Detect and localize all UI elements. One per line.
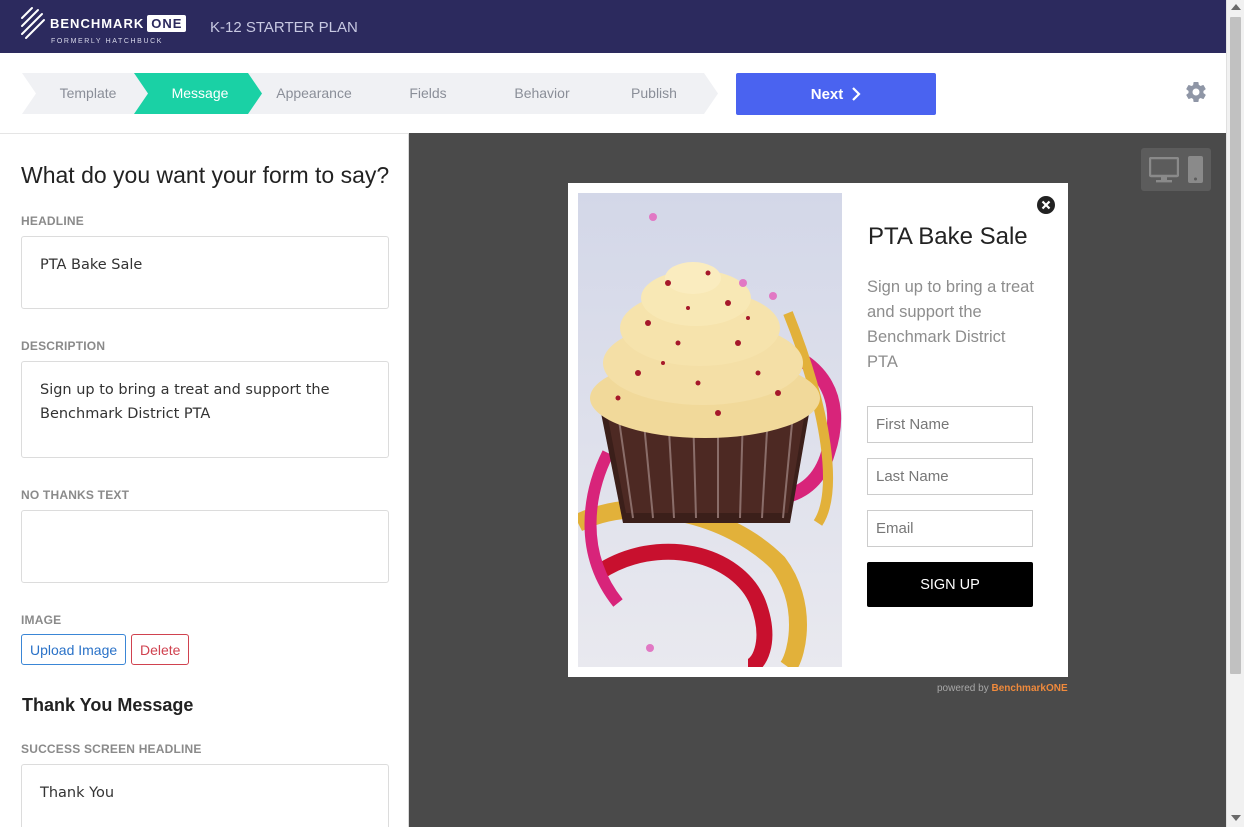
first-name-input[interactable] bbox=[867, 406, 1033, 443]
scroll-up-arrow[interactable] bbox=[1231, 4, 1241, 10]
step-fields[interactable]: Fields bbox=[362, 73, 494, 114]
preview-pane: PTA Bake Sale Sign up to bring a treat a… bbox=[409, 133, 1226, 827]
wizard-bar: Template Message Appearance Fields Behav… bbox=[0, 53, 1226, 133]
powered-by-text: powered by bbox=[937, 683, 989, 694]
logo-subtext: FORMERLY HATCHBUCK bbox=[51, 38, 164, 45]
top-nav: BENCHMARK ONE FORMERLY HATCHBUCK K-12 STA… bbox=[0, 0, 1226, 53]
headline-field[interactable]: PTA Bake Sale bbox=[21, 236, 389, 309]
plan-label: K-12 STARTER PLAN bbox=[210, 19, 358, 36]
no-thanks-label: NO THANKS TEXT bbox=[21, 488, 130, 502]
last-name-input[interactable] bbox=[867, 458, 1033, 495]
sign-up-button[interactable]: SIGN UP bbox=[867, 562, 1033, 607]
success-headline-field[interactable]: Thank You bbox=[21, 764, 389, 827]
step-message[interactable]: Message bbox=[134, 73, 266, 114]
description-field[interactable]: Sign up to bring a treat and support the… bbox=[21, 361, 389, 458]
powered-by-brand: BenchmarkONE bbox=[991, 683, 1068, 694]
scroll-down-arrow[interactable] bbox=[1231, 815, 1241, 821]
thank-you-heading: Thank You Message bbox=[22, 695, 194, 715]
device-toggle bbox=[1141, 148, 1211, 191]
step-label: Behavior bbox=[514, 85, 570, 101]
headline-label: HEADLINE bbox=[21, 214, 84, 228]
close-icon[interactable] bbox=[1036, 195, 1056, 215]
logo-wordmark: BENCHMARK ONE bbox=[50, 15, 187, 32]
step-label: Message bbox=[171, 85, 229, 101]
chevron-right-icon bbox=[852, 87, 861, 101]
step-label: Publish bbox=[631, 85, 677, 101]
form-popup-preview: PTA Bake Sale Sign up to bring a treat a… bbox=[568, 183, 1068, 677]
delete-image-button[interactable]: Delete bbox=[131, 634, 190, 665]
desktop-icon[interactable] bbox=[1149, 157, 1179, 183]
scroll-thumb[interactable] bbox=[1230, 17, 1241, 674]
success-headline-label: SUCCESS SCREEN HEADLINE bbox=[21, 742, 202, 756]
cupcake-image bbox=[578, 193, 842, 667]
step-label: Fields bbox=[409, 85, 447, 101]
editor-title: What do you want your form to say? bbox=[21, 162, 390, 188]
step-appearance[interactable]: Appearance bbox=[248, 73, 380, 114]
step-publish[interactable]: Publish bbox=[590, 73, 718, 114]
page-scrollbar[interactable] bbox=[1226, 0, 1244, 827]
email-input[interactable] bbox=[867, 510, 1033, 547]
popup-description: Sign up to bring a treat and support the… bbox=[867, 278, 1034, 371]
next-button[interactable]: Next bbox=[736, 73, 936, 115]
next-button-label: Next bbox=[810, 85, 844, 103]
benchmark-logo[interactable]: BENCHMARK ONE FORMERLY HATCHBUCK bbox=[20, 6, 190, 48]
powered-by[interactable]: powered by BenchmarkONE bbox=[937, 683, 1068, 694]
upload-image-button[interactable]: Upload Image bbox=[21, 634, 127, 665]
logo-one-badge: ONE bbox=[147, 15, 187, 32]
description-label: DESCRIPTION bbox=[21, 339, 106, 353]
step-behavior[interactable]: Behavior bbox=[476, 73, 608, 114]
no-thanks-field[interactable] bbox=[21, 510, 389, 583]
step-label: Appearance bbox=[276, 85, 352, 101]
app-root: BENCHMARK ONE FORMERLY HATCHBUCK K-12 STA… bbox=[0, 0, 1244, 827]
image-label: IMAGE bbox=[21, 613, 62, 627]
gear-icon[interactable] bbox=[1184, 80, 1208, 104]
popup-headline: PTA Bake Sale bbox=[868, 223, 1028, 250]
logo-mark-icon bbox=[21, 7, 45, 39]
mobile-icon[interactable] bbox=[1188, 156, 1203, 183]
editor-panel: What do you want your form to say? HEADL… bbox=[0, 133, 409, 827]
